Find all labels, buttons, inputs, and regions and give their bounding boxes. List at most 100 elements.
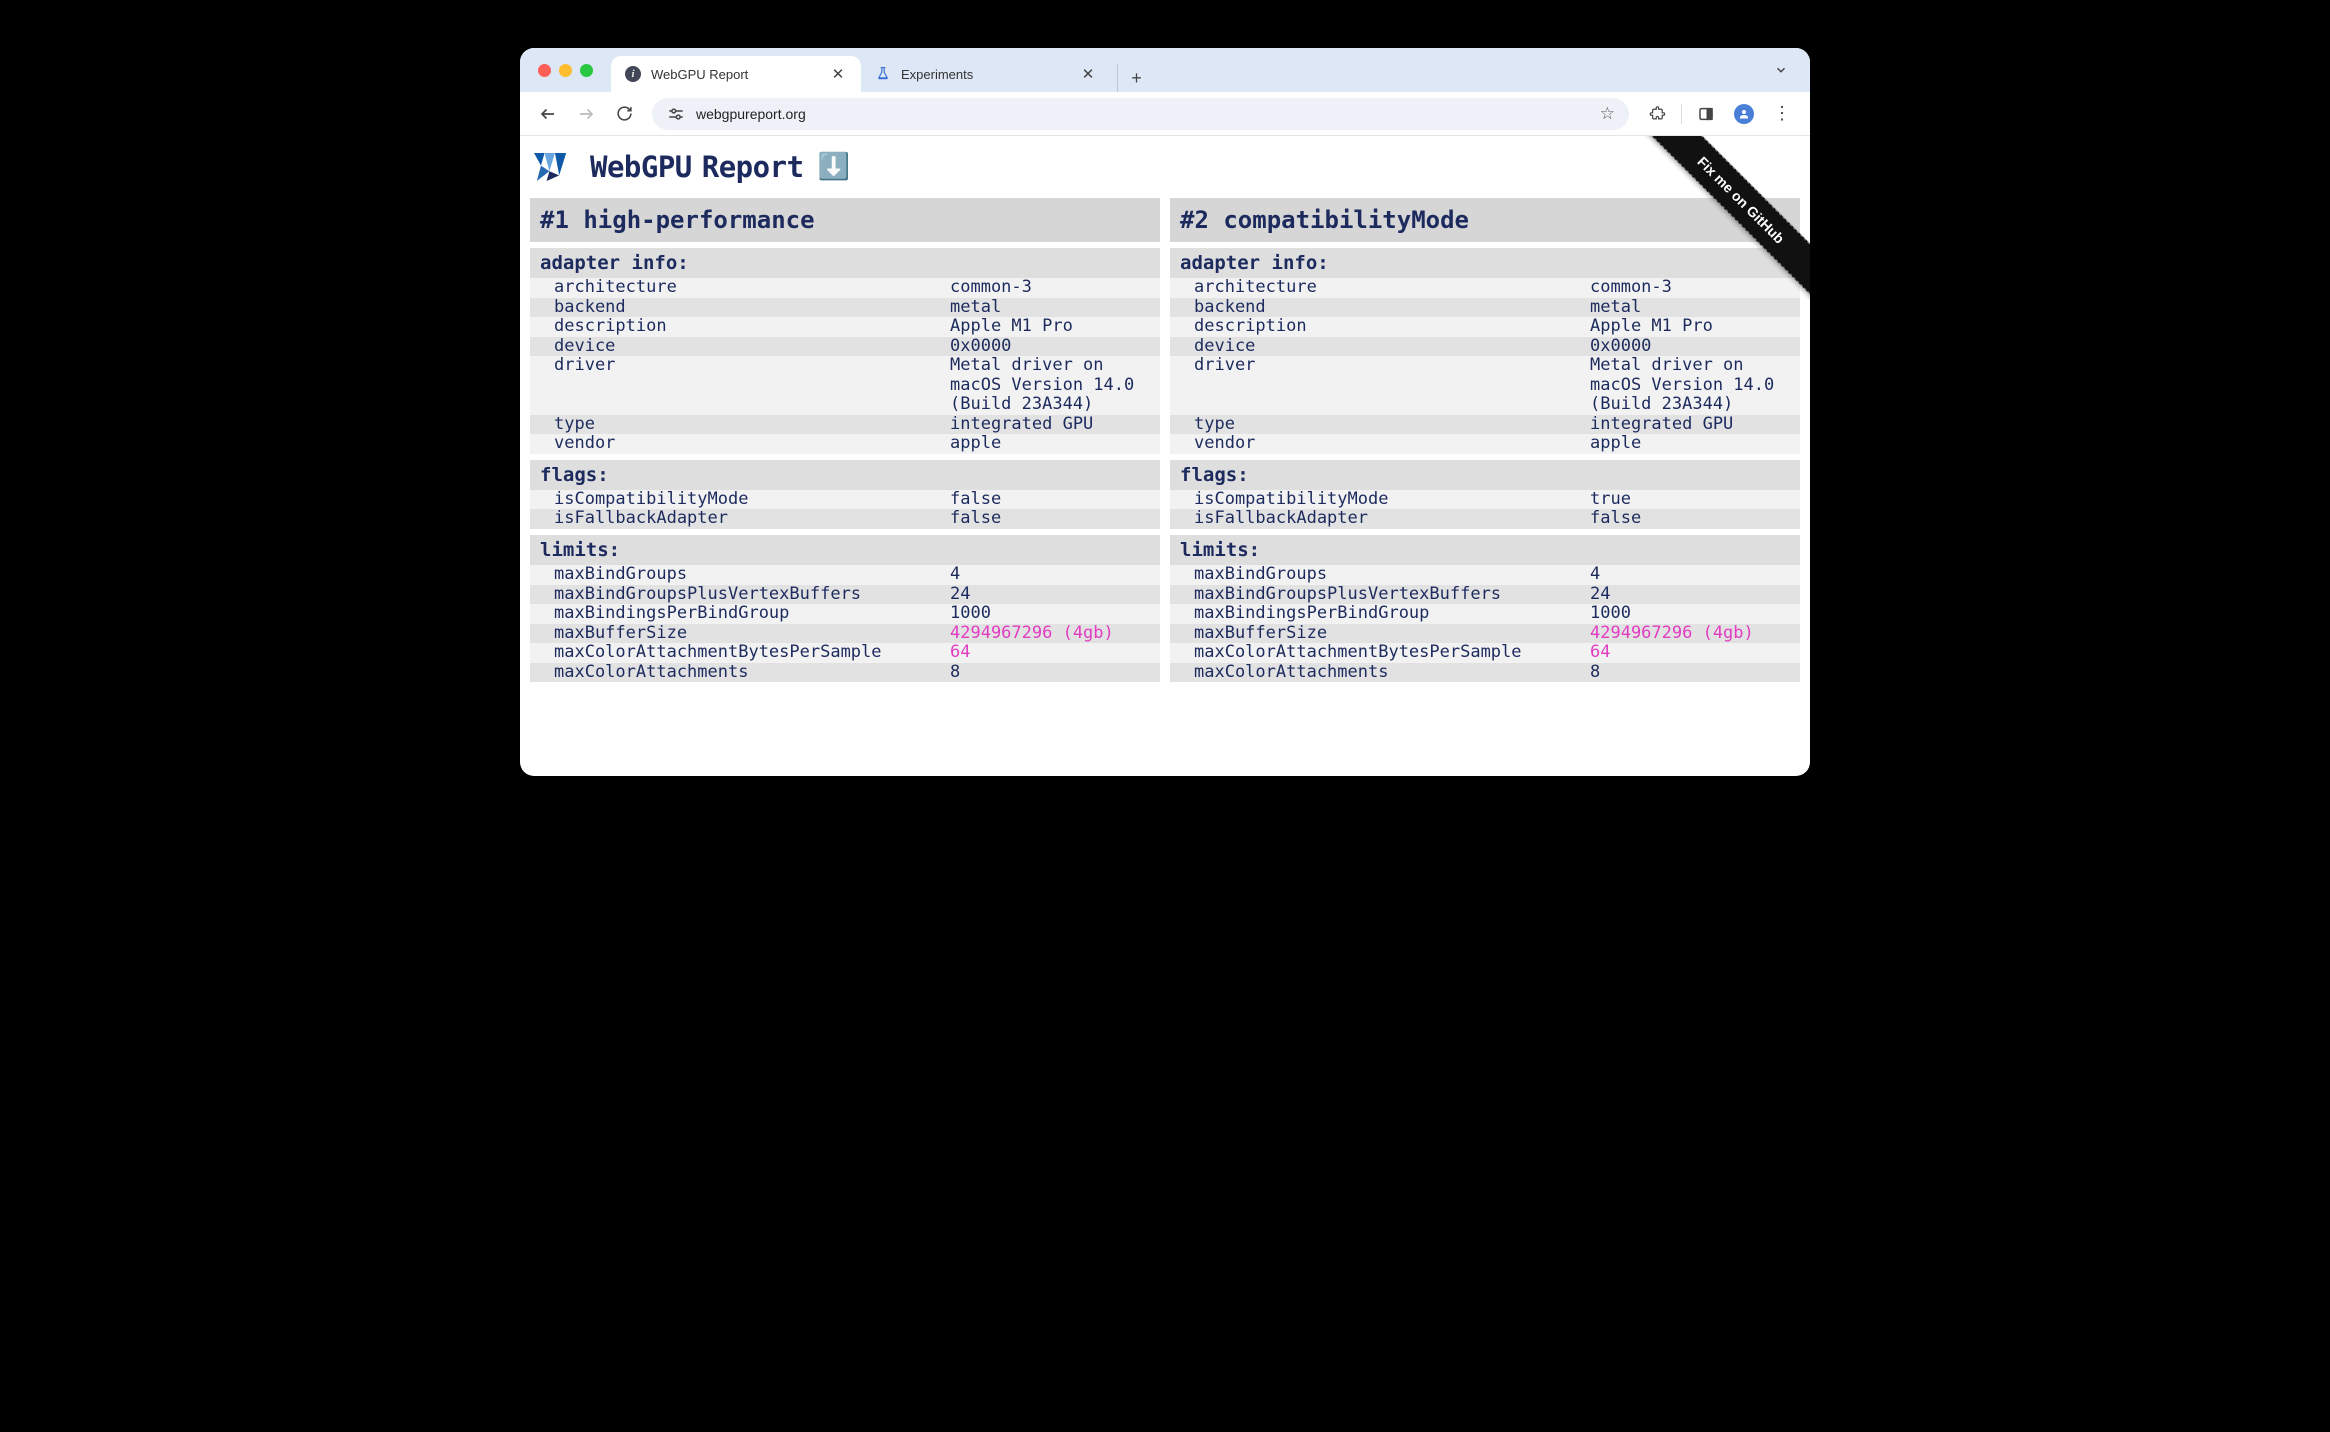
data-row: isFallbackAdapterfalse (1170, 509, 1800, 529)
section-header: flags: (530, 460, 1160, 490)
adapter-column: #1 high-performanceadapter info:architec… (530, 198, 1160, 764)
tab-experiments[interactable]: Experiments ✕ (861, 56, 1111, 92)
data-row: maxColorAttachmentBytesPerSample64 (530, 643, 1160, 663)
tabs-dropdown-button[interactable] (1764, 57, 1798, 83)
adapter-column: #2 compatibilityModeadapter info:archite… (1170, 198, 1800, 764)
title-sub: Report (702, 150, 804, 184)
row-value: Apple M1 Pro (1590, 317, 1790, 337)
row-key: vendor (1194, 434, 1590, 454)
download-icon[interactable]: ⬇️ (818, 152, 850, 182)
row-key: maxBindingsPerBindGroup (554, 604, 950, 624)
data-row: maxBufferSize4294967296 (4gb) (1170, 624, 1800, 644)
close-window-button[interactable] (538, 64, 551, 77)
data-row: maxColorAttachments8 (1170, 663, 1800, 683)
row-key: device (1194, 337, 1590, 357)
extensions-button[interactable] (1641, 98, 1673, 130)
row-value: 24 (950, 585, 1150, 605)
data-row: device0x0000 (530, 337, 1160, 357)
row-value: 64 (950, 643, 1150, 663)
minimize-window-button[interactable] (559, 64, 572, 77)
site-settings-icon[interactable] (666, 106, 686, 122)
row-key: isCompatibilityMode (554, 490, 950, 510)
tab-strip: i WebGPU Report ✕ Experiments ✕ + (520, 48, 1810, 92)
address-bar[interactable]: webgpureport.org ☆ (652, 98, 1629, 130)
toolbar-separator (1681, 104, 1682, 124)
data-row: vendorapple (530, 434, 1160, 454)
row-key: maxBufferSize (1194, 624, 1590, 644)
maximize-window-button[interactable] (580, 64, 593, 77)
data-row: maxBindingsPerBindGroup1000 (1170, 604, 1800, 624)
tabs-container: i WebGPU Report ✕ Experiments ✕ + (611, 48, 1764, 92)
row-key: maxColorAttachments (554, 663, 950, 683)
row-value: 1000 (1590, 604, 1790, 624)
row-value: 0x0000 (950, 337, 1150, 357)
webgpu-logo-icon (534, 152, 576, 182)
row-key: driver (1194, 356, 1590, 376)
window-controls (538, 64, 593, 77)
tab-title: WebGPU Report (651, 67, 819, 82)
section-header: flags: (1170, 460, 1800, 490)
row-key: driver (554, 356, 950, 376)
row-value: 8 (950, 663, 1150, 683)
profile-button[interactable] (1728, 98, 1760, 130)
row-key: maxColorAttachmentBytesPerSample (1194, 643, 1590, 663)
section-rows: architecturecommon-3backendmetaldescript… (1170, 278, 1800, 454)
forward-button[interactable] (570, 98, 602, 130)
tab-webgpu-report[interactable]: i WebGPU Report ✕ (611, 56, 861, 92)
data-row: vendorapple (1170, 434, 1800, 454)
new-tab-button[interactable]: + (1117, 64, 1145, 92)
data-row: isCompatibilityModetrue (1170, 490, 1800, 510)
data-row: isCompatibilityModefalse (530, 490, 1160, 510)
row-key: backend (554, 298, 950, 318)
data-row: typeintegrated GPU (1170, 415, 1800, 435)
data-row: maxBindGroups4 (1170, 565, 1800, 585)
adapter-header: #1 high-performance (530, 198, 1160, 242)
bookmark-star-icon[interactable]: ☆ (1600, 104, 1615, 124)
row-key: maxBindGroups (1194, 565, 1590, 585)
data-row: backendmetal (530, 298, 1160, 318)
section-rows: isCompatibilityModetrueisFallbackAdapter… (1170, 490, 1800, 529)
content-area: Fix me on GitHub WebGPU Report ⬇️ #1 hig… (520, 136, 1810, 776)
adapter-header: #2 compatibilityMode (1170, 198, 1800, 242)
app-menu-button[interactable]: ⋮ (1766, 98, 1798, 130)
row-key: architecture (1194, 278, 1590, 298)
toolbar: webgpureport.org ☆ ⋮ (520, 92, 1810, 136)
row-key: description (1194, 317, 1590, 337)
data-row: maxBindGroupsPlusVertexBuffers24 (1170, 585, 1800, 605)
row-key: architecture (554, 278, 950, 298)
data-row: maxColorAttachmentBytesPerSample64 (1170, 643, 1800, 663)
row-key: maxBindingsPerBindGroup (1194, 604, 1590, 624)
close-tab-icon[interactable]: ✕ (1079, 65, 1097, 83)
row-value: apple (1590, 434, 1790, 454)
row-key: maxColorAttachmentBytesPerSample (554, 643, 950, 663)
sidepanel-button[interactable] (1690, 98, 1722, 130)
data-row: typeintegrated GPU (530, 415, 1160, 435)
reload-button[interactable] (608, 98, 640, 130)
data-row: maxBindGroupsPlusVertexBuffers24 (530, 585, 1160, 605)
section-header: limits: (530, 535, 1160, 565)
row-key: description (554, 317, 950, 337)
data-row: driverMetal driver on macOS Version 14.0… (530, 356, 1160, 415)
data-row: maxBindingsPerBindGroup1000 (530, 604, 1160, 624)
url-text: webgpureport.org (696, 106, 1590, 122)
row-value: 4294967296 (4gb) (950, 624, 1150, 644)
data-row: maxBindGroups4 (530, 565, 1160, 585)
section-rows: isCompatibilityModefalseisFallbackAdapte… (530, 490, 1160, 529)
close-tab-icon[interactable]: ✕ (829, 65, 847, 83)
row-value: 1000 (950, 604, 1150, 624)
row-value: common-3 (1590, 278, 1790, 298)
data-row: maxBufferSize4294967296 (4gb) (530, 624, 1160, 644)
row-value: integrated GPU (1590, 415, 1790, 435)
data-row: architecturecommon-3 (530, 278, 1160, 298)
section-rows: maxBindGroups4maxBindGroupsPlusVertexBuf… (530, 565, 1160, 682)
row-value: 24 (1590, 585, 1790, 605)
data-row: device0x0000 (1170, 337, 1800, 357)
browser-window: i WebGPU Report ✕ Experiments ✕ + (520, 48, 1810, 776)
back-button[interactable] (532, 98, 564, 130)
row-key: maxBindGroupsPlusVertexBuffers (1194, 585, 1590, 605)
row-value: false (950, 490, 1150, 510)
row-value: metal (950, 298, 1150, 318)
row-key: maxBufferSize (554, 624, 950, 644)
row-key: isFallbackAdapter (554, 509, 950, 529)
page-title: WebGPU Report ⬇️ (520, 150, 1810, 198)
